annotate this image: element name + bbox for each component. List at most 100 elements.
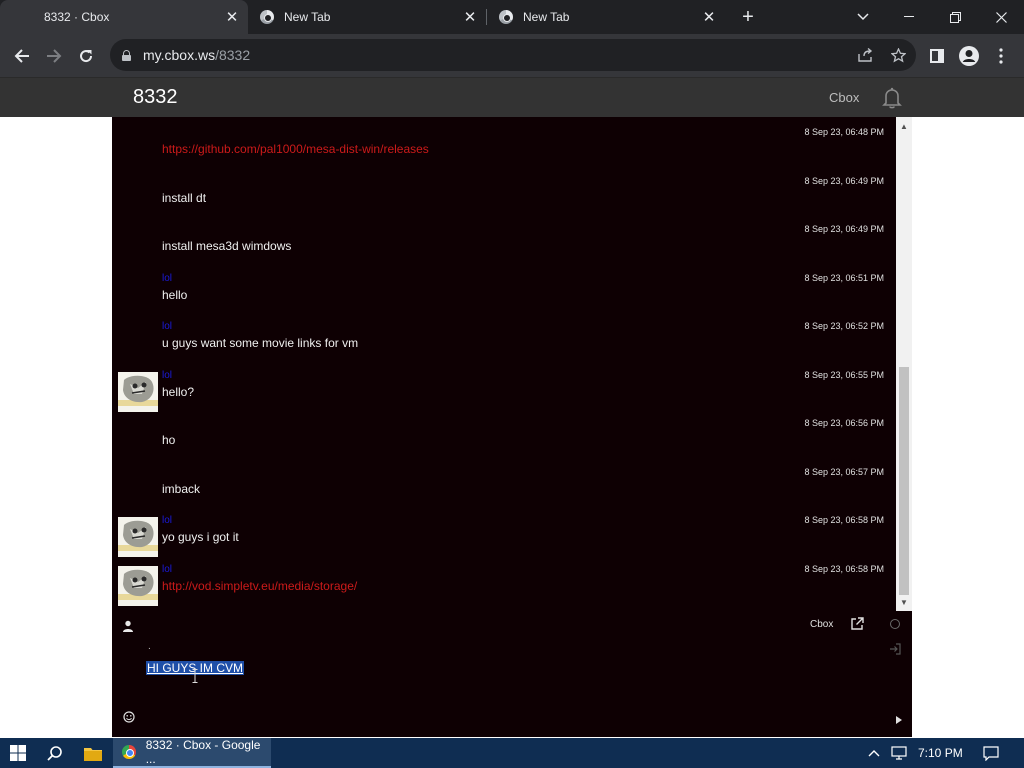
message-timestamp: 8 Sep 23, 06:52 PM: [804, 321, 884, 331]
login-icon[interactable]: [889, 642, 901, 655]
send-arrow-icon[interactable]: [895, 712, 903, 724]
windows-taskbar: 8332 · Cbox - Google ... 7:10 PM: [0, 738, 1024, 768]
message-text: imback: [162, 481, 201, 496]
message-link[interactable]: https://github.com/pal1000/mesa-dist-win…: [162, 142, 429, 156]
share-icon[interactable]: [856, 45, 876, 65]
message-row: https://github.com/pal1000/mesa-dist-win…: [112, 117, 896, 165]
message-text: yo guys i got it: [162, 530, 239, 544]
cbox-header: 8332 Cbox: [0, 77, 1024, 117]
taskbar-clock[interactable]: 7:10 PM: [918, 746, 963, 760]
close-window-button[interactable]: [978, 0, 1024, 34]
text-cursor-icon: [192, 669, 198, 683]
tab-new-tab-2[interactable]: New Tab ✕: [485, 0, 725, 34]
message-link[interactable]: http://vod.simpletv.eu/media/storage/: [162, 579, 357, 593]
chrome-icon: [499, 10, 513, 24]
chat-frame: https://github.com/pal1000/mesa-dist-win…: [112, 117, 912, 737]
avatar[interactable]: [118, 565, 158, 606]
message-timestamp: 8 Sep 23, 06:49 PM: [804, 175, 884, 186]
url-host: my.cbox.ws: [143, 47, 216, 63]
windows-start-icon[interactable]: [0, 738, 36, 768]
message-row: imback 8 Sep 23, 06:57 PM: [112, 457, 896, 505]
minimize-button[interactable]: [886, 0, 932, 34]
message-timestamp: 8 Sep 23, 06:55 PM: [804, 369, 884, 380]
bookmark-star-icon[interactable]: [888, 45, 908, 65]
message-input[interactable]: HI GUYS IM CVM: [146, 661, 746, 679]
browser-toolbar: my.cbox.ws/8332: [0, 34, 1024, 77]
avatar[interactable]: [118, 517, 158, 557]
external-link-icon[interactable]: [851, 617, 865, 631]
tab-title: New Tab: [523, 10, 570, 24]
message-row: install dt 8 Sep 23, 06:49 PM: [112, 166, 896, 214]
status-circle-icon: [890, 619, 900, 629]
scrollbar-thumb[interactable]: [899, 367, 909, 595]
name-field[interactable]: .: [148, 641, 151, 652]
message-row: lol yo guys i got it 8 Sep 23, 06:58 PM: [112, 505, 896, 557]
network-icon[interactable]: [888, 738, 910, 768]
scroll-up-icon[interactable]: ▲: [896, 119, 912, 133]
message-timestamp: 8 Sep 23, 06:58 PM: [804, 563, 884, 574]
message-timestamp: 8 Sep 23, 06:57 PM: [804, 466, 884, 477]
bell-icon[interactable]: [880, 86, 904, 110]
message-timestamp: 8 Sep 23, 06:51 PM: [804, 272, 884, 283]
new-tab-button[interactable]: +: [725, 0, 771, 34]
message-row: install mesa3d wimdows 8 Sep 23, 06:49 PM: [112, 214, 896, 262]
message-username[interactable]: lol: [162, 370, 172, 381]
message-timestamp: 8 Sep 23, 06:48 PM: [804, 127, 884, 137]
file-explorer-icon[interactable]: [76, 738, 110, 768]
cbox-brand-link[interactable]: Cbox: [829, 90, 859, 105]
message-timestamp: 8 Sep 23, 06:49 PM: [804, 224, 884, 234]
message-text: ho: [162, 433, 176, 447]
chrome-menu-icon[interactable]: [986, 41, 1016, 71]
message-row: ho 8 Sep 23, 06:56 PM: [112, 408, 896, 456]
message-username[interactable]: lol: [162, 273, 172, 284]
avatar[interactable]: [118, 371, 158, 412]
taskbar-chrome-app[interactable]: 8332 · Cbox - Google ...: [113, 738, 271, 768]
message-username[interactable]: lol: [162, 321, 172, 332]
taskbar-app-label: 8332 · Cbox - Google ...: [145, 738, 261, 766]
tab-cbox[interactable]: 8332 · Cbox ✕: [0, 0, 248, 34]
browser-tab-strip: 8332 · Cbox ✕ New Tab ✕ New Tab ✕ +: [0, 0, 1024, 34]
url-path: /8332: [215, 47, 251, 63]
lock-icon: [122, 49, 131, 61]
tab-new-tab-1[interactable]: New Tab ✕: [246, 0, 486, 34]
back-arrow-icon[interactable]: [7, 41, 37, 71]
tray-chevron-up-icon[interactable]: [864, 738, 884, 768]
message-text: u guys want some movie links for vm: [162, 336, 359, 350]
tab-title: 8332 · Cbox: [44, 10, 110, 24]
tab-close-icon[interactable]: ✕: [222, 8, 242, 26]
message-username[interactable]: lol: [162, 564, 172, 575]
reload-icon[interactable]: [71, 41, 101, 71]
chrome-icon: [122, 745, 136, 759]
message-text: install mesa3d wimdows: [162, 239, 292, 253]
tab-title: New Tab: [284, 10, 331, 24]
message-list: https://github.com/pal1000/mesa-dist-win…: [112, 117, 896, 611]
message-row: lol http://vod.simpletv.eu/media/storage/…: [112, 554, 896, 606]
message-timestamp: 8 Sep 23, 06:58 PM: [804, 515, 884, 525]
message-text: install dt: [162, 190, 207, 205]
message-composer: Cbox . HI GUYS IM CVM: [112, 611, 912, 737]
cbox-link[interactable]: Cbox: [810, 619, 833, 630]
side-panel-icon[interactable]: [922, 41, 952, 71]
message-text: hello?: [162, 384, 195, 399]
message-timestamp: 8 Sep 23, 06:56 PM: [804, 418, 884, 428]
page-title: 8332: [133, 86, 178, 108]
chrome-icon: [260, 10, 274, 24]
restore-button[interactable]: [932, 0, 978, 34]
address-bar[interactable]: my.cbox.ws/8332: [110, 39, 916, 71]
forward-arrow-icon[interactable]: [39, 41, 69, 71]
message-username[interactable]: lol: [162, 515, 172, 526]
message-row: lol u guys want some movie links for vm 8 …: [112, 311, 896, 359]
message-row: lol hello? 8 Sep 23, 06:55 PM: [112, 360, 896, 412]
tab-search-chevron-icon[interactable]: [840, 0, 886, 34]
profile-avatar-icon[interactable]: [954, 41, 984, 71]
scrollbar[interactable]: ▲ ▼: [896, 117, 912, 611]
scroll-down-icon[interactable]: ▼: [896, 595, 912, 609]
tab-close-icon[interactable]: ✕: [460, 8, 480, 26]
message-text: hello: [162, 287, 188, 302]
emoji-icon[interactable]: [123, 710, 135, 723]
message-row: lol hello 8 Sep 23, 06:51 PM: [112, 263, 896, 311]
search-icon[interactable]: [38, 738, 72, 768]
tab-close-icon[interactable]: ✕: [699, 8, 719, 26]
user-icon[interactable]: [122, 619, 136, 633]
notification-icon[interactable]: [978, 738, 1004, 768]
